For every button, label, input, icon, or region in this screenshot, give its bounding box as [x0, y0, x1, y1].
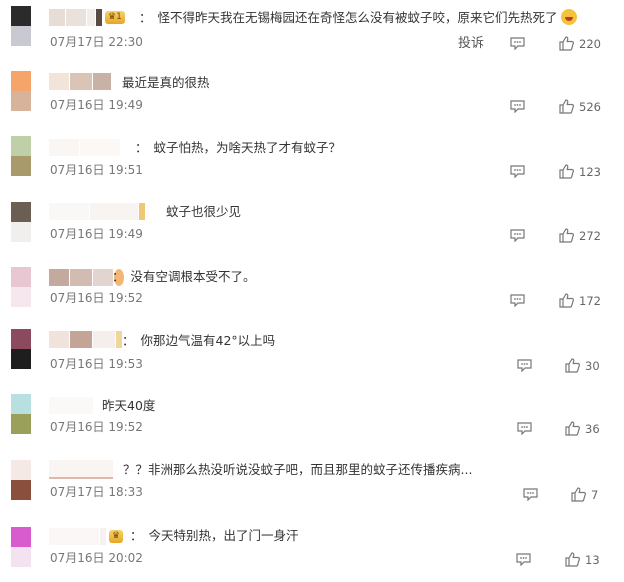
comment-text: ：今天特别热，出了门一身汗 [130, 528, 299, 543]
avatar[interactable] [11, 394, 31, 434]
comment-item: ：蚊子怕热，为啥天热了才有蚊子？ 07月16日 19:51 123 [0, 126, 624, 192]
like-count: 30 [585, 359, 600, 373]
username-redacted[interactable] [49, 202, 146, 220]
username-redacted[interactable] [49, 72, 112, 90]
comment-time: 07月16日 19:52 [50, 420, 143, 434]
comment-time: 07月16日 19:52 [50, 291, 143, 305]
thumbs-up-icon[interactable] [565, 552, 580, 567]
comment-icon[interactable] [510, 294, 525, 307]
comment-time: 07月17日 22:30 [50, 35, 143, 49]
comment-text: ：怪不得昨天我在无锡梅园还在奇怪怎么没有被蚊子咬，原来它们先热死了 [139, 9, 577, 27]
comment-text: ？？非洲那么热没听说没蚊子吧，而且那里的蚊子还传播疾病... [123, 462, 473, 477]
crown-badge-icon: ♛ [109, 529, 124, 543]
comment-item: 昨天40度 07月16日 19:52 36 [0, 386, 624, 448]
like-count: 123 [579, 165, 601, 179]
comment-icon[interactable] [510, 229, 525, 242]
thumbs-up-icon[interactable] [559, 228, 574, 243]
like-count: 272 [579, 229, 601, 243]
avatar[interactable] [11, 329, 31, 369]
username-redacted[interactable]: ♛1 [49, 8, 125, 26]
avatar[interactable] [11, 527, 31, 567]
username-redacted[interactable] [49, 396, 94, 414]
comment-time: 07月16日 19:51 [50, 163, 143, 177]
comment-icon[interactable] [510, 165, 525, 178]
like-count: 36 [585, 422, 600, 436]
comment-item: ：没有空调根本受不了。 07月16日 19:52 172 [0, 256, 624, 320]
report-button[interactable]: 投诉 [458, 36, 484, 52]
like-count: 13 [585, 553, 600, 567]
comment-time: 07月17日 18:33 [50, 485, 143, 499]
avatar[interactable] [11, 267, 31, 307]
like-count: 526 [579, 100, 601, 114]
comment-text: 最近是真的很热 [122, 75, 210, 90]
comment-icon[interactable] [510, 37, 525, 50]
thumbs-up-icon[interactable] [565, 358, 580, 373]
comment-item: ♛ ：今天特别热，出了门一身汗 07月16日 20:02 13 [0, 516, 624, 582]
like-count: 172 [579, 294, 601, 308]
comment-item: 最近是真的很热 07月16日 19:49 526 [0, 62, 624, 126]
thumbs-up-icon[interactable] [565, 421, 580, 436]
comment-item: ♛1 ：怪不得昨天我在无锡梅园还在奇怪怎么没有被蚊子咬，原来它们先热死了 07月… [0, 0, 624, 62]
like-count: 220 [579, 37, 601, 51]
vip-badge-icon: ♛1 [105, 10, 125, 24]
comment-icon[interactable] [517, 359, 532, 372]
avatar[interactable] [11, 136, 31, 176]
comment-item: ？？非洲那么热没听说没蚊子吧，而且那里的蚊子还传播疾病... 07月17日 18… [0, 448, 624, 516]
comment-text: ：蚊子怕热，为啥天热了才有蚊子？ [135, 140, 342, 155]
comment-item: 蚊子也很少见 07月16日 19:49 272 [0, 192, 624, 256]
like-count: 7 [591, 488, 599, 502]
avatar[interactable] [11, 202, 31, 242]
comment-icon[interactable] [510, 100, 525, 113]
username-redacted[interactable] [49, 138, 121, 156]
comment-time: 07月16日 19:49 [50, 98, 143, 112]
comment-text: 昨天40度 [102, 398, 156, 413]
username-redacted[interactable] [49, 459, 114, 479]
thumbs-up-icon[interactable] [559, 293, 574, 308]
comment-item: ：你那边气温有42°以上吗 07月16日 19:53 30 [0, 320, 624, 386]
comment-time: 07月16日 20:02 [50, 551, 143, 565]
username-redacted[interactable] [49, 330, 123, 348]
comment-text: ：你那边气温有42°以上吗 [122, 333, 276, 348]
comment-time: 07月16日 19:53 [50, 357, 143, 371]
thumbs-up-icon[interactable] [559, 36, 574, 51]
comment-icon[interactable] [523, 488, 538, 501]
avatar[interactable] [11, 6, 31, 46]
thumbs-up-icon[interactable] [559, 164, 574, 179]
thumbs-up-icon[interactable] [559, 99, 574, 114]
comment-time: 07月16日 19:49 [50, 227, 143, 241]
thumbs-up-icon[interactable] [571, 487, 586, 502]
username-redacted[interactable]: ♛ [49, 527, 124, 545]
laughing-emoji-icon [560, 9, 577, 25]
avatar[interactable] [11, 460, 31, 500]
comment-icon[interactable] [516, 553, 531, 566]
comment-text: ：没有空调根本受不了。 [112, 269, 256, 284]
comment-text: 蚊子也很少见 [166, 204, 242, 219]
comment-icon[interactable] [517, 422, 532, 435]
avatar[interactable] [11, 71, 31, 111]
